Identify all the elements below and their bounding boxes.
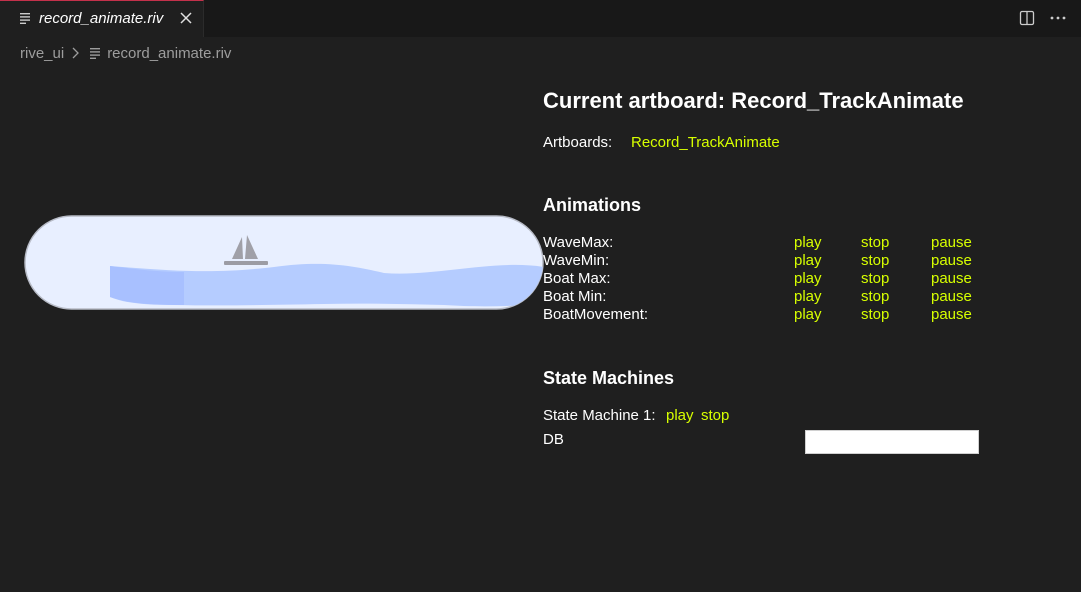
stop-button[interactable]: stop <box>861 306 889 323</box>
animation-row-boatmovement: BoatMovement: play stop pause <box>543 306 983 324</box>
play-button[interactable]: play <box>794 270 822 287</box>
animations-title: Animations <box>543 195 642 215</box>
artboards-label: Artboards: <box>543 134 613 151</box>
file-lines-icon <box>90 47 101 59</box>
rive-controls-panel: Current artboard: Record_TrackAnimate Ar… <box>543 0 1063 592</box>
pause-button[interactable]: pause <box>931 234 972 251</box>
file-lines-icon <box>20 13 30 24</box>
pause-button[interactable]: pause <box>931 270 972 287</box>
stop-button[interactable]: stop <box>861 288 889 305</box>
state-machine-stop-button[interactable]: stop <box>701 407 729 424</box>
page-title: Current artboard: Record_TrackAnimate <box>543 88 964 113</box>
pause-button[interactable]: pause <box>931 306 972 323</box>
animation-row-boat-min: Boat Min: play stop pause <box>543 288 983 306</box>
animation-name: Boat Max: <box>543 270 611 287</box>
state-machine-play-button[interactable]: play <box>666 407 694 424</box>
state-machines-title: State Machines <box>543 368 675 388</box>
stop-button[interactable]: stop <box>861 270 889 287</box>
state-machine-label: State Machine 1: <box>543 407 656 424</box>
pause-button[interactable]: pause <box>931 252 972 269</box>
breadcrumb: rive_ui record_animate.riv <box>20 43 231 63</box>
tab-title: record_animate.riv <box>39 10 164 27</box>
animation-name: WaveMax: <box>543 234 614 251</box>
animation-row-wavemin: WaveMin: play stop pause <box>543 252 983 270</box>
wave-front <box>110 266 184 305</box>
animation-row-wavemax: WaveMax: play stop pause <box>543 234 983 252</box>
animation-name: Boat Min: <box>543 288 607 305</box>
animation-row-boat-max: Boat Max: play stop pause <box>543 270 983 288</box>
stop-button[interactable]: stop <box>861 234 889 251</box>
play-button[interactable]: play <box>794 252 822 269</box>
animation-name: WaveMin: <box>543 252 610 269</box>
stop-button[interactable]: stop <box>861 252 889 269</box>
input-label-db: DB <box>543 431 564 448</box>
close-icon[interactable] <box>179 11 193 25</box>
pause-button[interactable]: pause <box>931 288 972 305</box>
artboard-link-record-trackanimate[interactable]: Record_TrackAnimate <box>631 134 780 151</box>
play-button[interactable]: play <box>794 288 822 305</box>
play-button[interactable]: play <box>794 234 822 251</box>
db-input-field[interactable] <box>805 430 979 454</box>
play-button[interactable]: play <box>794 306 822 323</box>
editor-root: record_animate.riv rive_ui record_animat… <box>0 0 1081 592</box>
animation-name: BoatMovement: <box>543 306 649 323</box>
tab-record-animate[interactable]: record_animate.riv <box>0 0 204 37</box>
chevron-right-icon <box>72 47 80 59</box>
breadcrumb-folder[interactable]: rive_ui <box>20 45 64 62</box>
breadcrumb-file[interactable]: record_animate.riv <box>107 45 231 62</box>
rive-animation-canvas[interactable] <box>24 215 544 311</box>
